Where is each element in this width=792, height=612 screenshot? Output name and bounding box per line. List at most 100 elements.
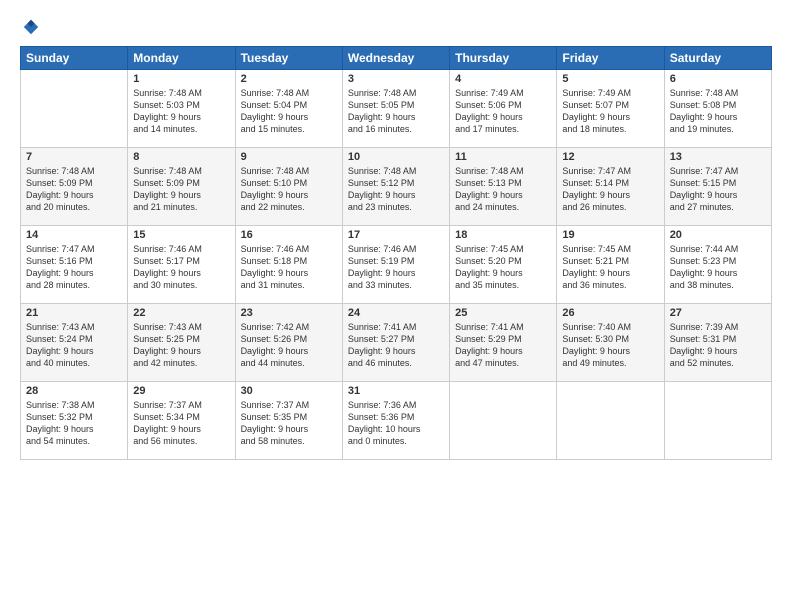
cell-content: Sunrise: 7:45 AM Sunset: 5:21 PM Dayligh… [562, 243, 658, 292]
cell-content: Sunrise: 7:48 AM Sunset: 5:09 PM Dayligh… [26, 165, 122, 214]
calendar-cell: 10 Sunrise: 7:48 AM Sunset: 5:12 PM Dayli… [342, 148, 449, 226]
cell-content: Sunrise: 7:48 AM Sunset: 5:08 PM Dayligh… [670, 87, 766, 136]
calendar-cell: 27Sunrise: 7:39 AM Sunset: 5:31 PM Dayli… [664, 304, 771, 382]
logo-text [20, 18, 40, 36]
calendar-cell: 24Sunrise: 7:41 AM Sunset: 5:27 PM Dayli… [342, 304, 449, 382]
header [20, 18, 772, 36]
cell-content: Sunrise: 7:43 AM Sunset: 5:24 PM Dayligh… [26, 321, 122, 370]
calendar-cell [664, 382, 771, 460]
calendar-cell: 18Sunrise: 7:45 AM Sunset: 5:20 PM Dayli… [450, 226, 557, 304]
day-number: 10 [348, 151, 444, 163]
day-number: 23 [241, 307, 337, 319]
day-header-tuesday: Tuesday [235, 47, 342, 70]
calendar-cell: 2 Sunrise: 7:48 AM Sunset: 5:04 PM Daylig… [235, 70, 342, 148]
day-header-wednesday: Wednesday [342, 47, 449, 70]
calendar-page: SundayMondayTuesdayWednesdayThursdayFrid… [0, 0, 792, 612]
cell-content: Sunrise: 7:46 AM Sunset: 5:18 PM Dayligh… [241, 243, 337, 292]
calendar-cell: 7 Sunrise: 7:48 AM Sunset: 5:09 PM Daylig… [21, 148, 128, 226]
day-number: 21 [26, 307, 122, 319]
calendar-table: SundayMondayTuesdayWednesdayThursdayFrid… [20, 46, 772, 460]
day-header-sunday: Sunday [21, 47, 128, 70]
day-number: 17 [348, 229, 444, 241]
day-number: 26 [562, 307, 658, 319]
calendar-cell: 16 Sunrise: 7:46 AM Sunset: 5:18 PM Dayli… [235, 226, 342, 304]
day-header-thursday: Thursday [450, 47, 557, 70]
cell-content: Sunrise: 7:47 AM Sunset: 5:15 PM Dayligh… [670, 165, 766, 214]
calendar-cell: 23 Sunrise: 7:42 AM Sunset: 5:26 PM Dayli… [235, 304, 342, 382]
day-header-monday: Monday [128, 47, 235, 70]
day-number: 29 [133, 385, 229, 397]
calendar-cell: 5 Sunrise: 7:49 AM Sunset: 5:07 PM Daylig… [557, 70, 664, 148]
cell-content: Sunrise: 7:37 AM Sunset: 5:35 PM Dayligh… [241, 399, 337, 448]
day-number: 19 [562, 229, 658, 241]
week-row-1: 7 Sunrise: 7:48 AM Sunset: 5:09 PM Daylig… [21, 148, 772, 226]
day-number: 22 [133, 307, 229, 319]
calendar-cell: 25Sunrise: 7:41 AM Sunset: 5:29 PM Dayli… [450, 304, 557, 382]
calendar-cell: 19 Sunrise: 7:45 AM Sunset: 5:21 PM Dayli… [557, 226, 664, 304]
cell-content: Sunrise: 7:47 AM Sunset: 5:14 PM Dayligh… [562, 165, 658, 214]
day-number: 18 [455, 229, 551, 241]
calendar-cell: 4 Sunrise: 7:49 AM Sunset: 5:06 PM Daylig… [450, 70, 557, 148]
cell-content: Sunrise: 7:44 AM Sunset: 5:23 PM Dayligh… [670, 243, 766, 292]
cell-content: Sunrise: 7:43 AM Sunset: 5:25 PM Dayligh… [133, 321, 229, 370]
day-number: 5 [562, 73, 658, 85]
calendar-cell: 15 Sunrise: 7:46 AM Sunset: 5:17 PM Dayli… [128, 226, 235, 304]
cell-content: Sunrise: 7:42 AM Sunset: 5:26 PM Dayligh… [241, 321, 337, 370]
cell-content: Sunrise: 7:46 AM Sunset: 5:17 PM Dayligh… [133, 243, 229, 292]
header-row: SundayMondayTuesdayWednesdayThursdayFrid… [21, 47, 772, 70]
day-number: 3 [348, 73, 444, 85]
day-number: 24 [348, 307, 444, 319]
cell-content: Sunrise: 7:47 AM Sunset: 5:16 PM Dayligh… [26, 243, 122, 292]
calendar-cell: 12 Sunrise: 7:47 AM Sunset: 5:14 PM Dayli… [557, 148, 664, 226]
week-row-3: 21 Sunrise: 7:43 AM Sunset: 5:24 PM Dayli… [21, 304, 772, 382]
calendar-cell: 29 Sunrise: 7:37 AM Sunset: 5:34 PM Dayli… [128, 382, 235, 460]
day-number: 9 [241, 151, 337, 163]
cell-content: Sunrise: 7:36 AM Sunset: 5:36 PM Dayligh… [348, 399, 444, 448]
calendar-cell: 20 Sunrise: 7:44 AM Sunset: 5:23 PM Dayli… [664, 226, 771, 304]
day-number: 31 [348, 385, 444, 397]
cell-content: Sunrise: 7:48 AM Sunset: 5:10 PM Dayligh… [241, 165, 337, 214]
calendar-cell: 1 Sunrise: 7:48 AM Sunset: 5:03 PM Daylig… [128, 70, 235, 148]
calendar-cell: 13Sunrise: 7:47 AM Sunset: 5:15 PM Dayli… [664, 148, 771, 226]
day-number: 25 [455, 307, 551, 319]
cell-content: Sunrise: 7:48 AM Sunset: 5:12 PM Dayligh… [348, 165, 444, 214]
day-number: 16 [241, 229, 337, 241]
cell-content: Sunrise: 7:48 AM Sunset: 5:04 PM Dayligh… [241, 87, 337, 136]
day-number: 28 [26, 385, 122, 397]
calendar-cell [557, 382, 664, 460]
cell-content: Sunrise: 7:48 AM Sunset: 5:03 PM Dayligh… [133, 87, 229, 136]
day-number: 2 [241, 73, 337, 85]
calendar-cell: 30 Sunrise: 7:37 AM Sunset: 5:35 PM Dayli… [235, 382, 342, 460]
calendar-cell: 8Sunrise: 7:48 AM Sunset: 5:09 PM Daylig… [128, 148, 235, 226]
day-number: 14 [26, 229, 122, 241]
day-number: 30 [241, 385, 337, 397]
calendar-cell: 11 Sunrise: 7:48 AM Sunset: 5:13 PM Dayli… [450, 148, 557, 226]
week-row-2: 14 Sunrise: 7:47 AM Sunset: 5:16 PM Dayli… [21, 226, 772, 304]
day-number: 11 [455, 151, 551, 163]
calendar-cell: 28Sunrise: 7:38 AM Sunset: 5:32 PM Dayli… [21, 382, 128, 460]
calendar-cell [450, 382, 557, 460]
cell-content: Sunrise: 7:37 AM Sunset: 5:34 PM Dayligh… [133, 399, 229, 448]
day-number: 6 [670, 73, 766, 85]
day-number: 4 [455, 73, 551, 85]
day-number: 12 [562, 151, 658, 163]
cell-content: Sunrise: 7:46 AM Sunset: 5:19 PM Dayligh… [348, 243, 444, 292]
cell-content: Sunrise: 7:49 AM Sunset: 5:06 PM Dayligh… [455, 87, 551, 136]
day-number: 7 [26, 151, 122, 163]
calendar-cell: 21 Sunrise: 7:43 AM Sunset: 5:24 PM Dayli… [21, 304, 128, 382]
logo-icon [22, 18, 40, 36]
day-number: 15 [133, 229, 229, 241]
calendar-cell: 9 Sunrise: 7:48 AM Sunset: 5:10 PM Daylig… [235, 148, 342, 226]
calendar-cell: 26 Sunrise: 7:40 AM Sunset: 5:30 PM Dayli… [557, 304, 664, 382]
cell-content: Sunrise: 7:48 AM Sunset: 5:13 PM Dayligh… [455, 165, 551, 214]
calendar-cell: 3Sunrise: 7:48 AM Sunset: 5:05 PM Daylig… [342, 70, 449, 148]
day-header-saturday: Saturday [664, 47, 771, 70]
cell-content: Sunrise: 7:49 AM Sunset: 5:07 PM Dayligh… [562, 87, 658, 136]
day-number: 8 [133, 151, 229, 163]
day-number: 1 [133, 73, 229, 85]
calendar-cell: 17 Sunrise: 7:46 AM Sunset: 5:19 PM Dayli… [342, 226, 449, 304]
cell-content: Sunrise: 7:40 AM Sunset: 5:30 PM Dayligh… [562, 321, 658, 370]
calendar-cell: 14 Sunrise: 7:47 AM Sunset: 5:16 PM Dayli… [21, 226, 128, 304]
day-number: 20 [670, 229, 766, 241]
calendar-cell [21, 70, 128, 148]
